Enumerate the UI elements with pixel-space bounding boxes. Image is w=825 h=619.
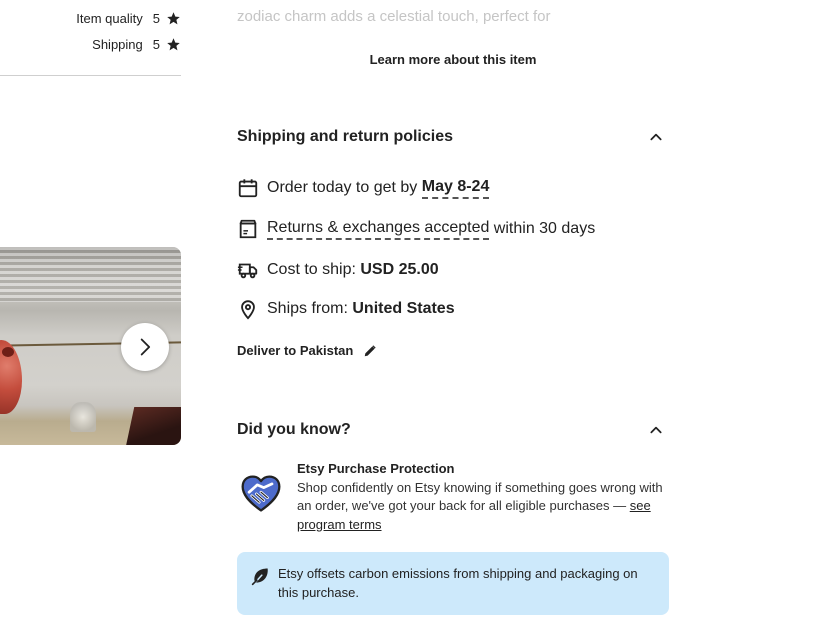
rating-value: 5: [152, 11, 160, 26]
order-prefix: Order today to get by: [267, 179, 422, 196]
ships-prefix: Ships from:: [267, 300, 353, 317]
handshake-icon: [239, 472, 283, 516]
cost-value: USD 25.00: [360, 261, 439, 278]
rating-item-quality: Item quality 5: [76, 11, 181, 26]
description-fade-text: zodiac charm adds a celestial touch, per…: [237, 8, 551, 25]
left-column: Item quality 5 Shipping 5: [0, 0, 181, 619]
photo-blinds: [0, 247, 181, 302]
box-icon: [237, 218, 259, 240]
rating-value: 5: [152, 37, 160, 52]
star-icon: [166, 11, 181, 26]
learn-more-link[interactable]: Learn more about this item: [237, 52, 669, 67]
calendar-icon: [237, 177, 259, 199]
protection-text: Etsy Purchase Protection Shop confidentl…: [297, 460, 669, 534]
returns-link[interactable]: Returns & exchanges accepted: [267, 219, 490, 240]
delivery-date[interactable]: May 8-24: [421, 178, 490, 199]
shipping-cost-row: Cost to ship: USD 25.00: [237, 258, 439, 282]
chevron-right-icon: [135, 337, 155, 357]
returns-suffix: within 30 days: [489, 220, 596, 237]
returns-row: Returns & exchanges accepted within 30 d…: [237, 217, 595, 241]
location-pin-icon: [237, 298, 259, 320]
shipping-section-header[interactable]: Shipping and return policies: [237, 125, 669, 149]
carbon-offset-banner: Etsy offsets carbon emissions from shipp…: [237, 552, 669, 615]
deliver-to-row[interactable]: Deliver to Pakistan: [237, 343, 377, 358]
photo-glass: [70, 402, 96, 432]
rating-label: Item quality: [76, 11, 143, 26]
did-you-know-header[interactable]: Did you know?: [237, 418, 669, 442]
protection-title: Etsy Purchase Protection: [297, 461, 455, 476]
right-column: zodiac charm adds a celestial touch, per…: [237, 0, 669, 619]
pencil-icon[interactable]: [363, 344, 377, 358]
photo-dark-object: [125, 407, 181, 445]
star-icon: [166, 37, 181, 52]
next-image-button[interactable]: [121, 323, 169, 371]
section-title: Shipping and return policies: [237, 128, 454, 145]
cost-prefix: Cost to ship:: [267, 261, 361, 278]
photo-finger-tip: [2, 347, 14, 357]
delivery-estimate-row: Order today to get by May 8-24: [237, 176, 490, 200]
carbon-offset-text: Etsy offsets carbon emissions from shipp…: [278, 566, 638, 600]
section-title: Did you know?: [237, 421, 351, 438]
rating-shipping: Shipping 5: [92, 37, 181, 52]
protection-body: Shop confidently on Etsy knowing if some…: [297, 479, 663, 514]
listing-page: Item quality 5 Shipping 5 zodiac charm a…: [0, 0, 825, 619]
leaf-icon: [251, 566, 271, 586]
truck-icon: [237, 259, 259, 281]
ships-value: United States: [352, 300, 455, 317]
ships-from-row: Ships from: United States: [237, 297, 455, 321]
divider: [0, 75, 181, 76]
rating-label: Shipping: [92, 37, 143, 52]
chevron-up-icon: [649, 130, 663, 144]
deliver-to-label: Deliver to Pakistan: [237, 343, 354, 358]
chevron-up-icon: [649, 423, 663, 437]
